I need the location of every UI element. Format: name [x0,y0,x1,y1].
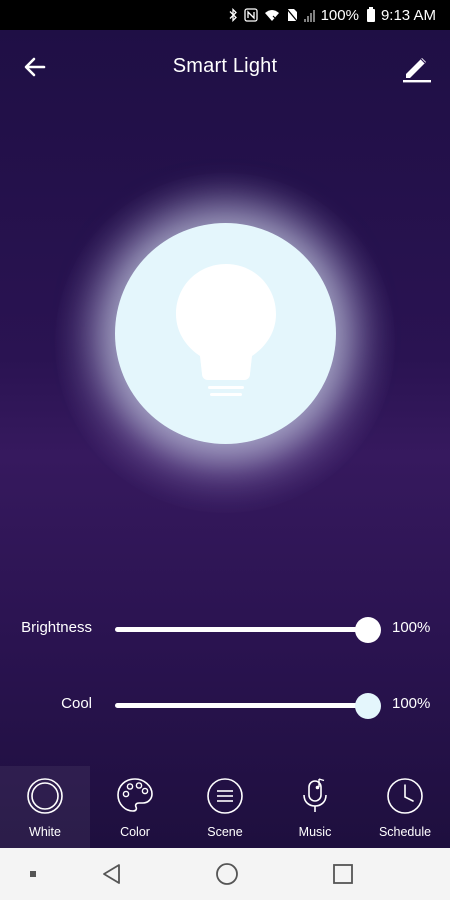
cool-slider-row: Cool 100% [0,685,450,725]
system-nav-bar [0,848,450,900]
arrow-left-icon [24,57,46,77]
bottom-tab-bar: White Color Scene Music Schedule [0,766,450,848]
cool-value: 100% [392,695,431,712]
lightbulb-icon [176,264,276,396]
brightness-slider[interactable] [115,617,381,643]
wifi-icon [264,9,280,22]
clock-icon [387,778,423,814]
tab-scene[interactable]: Scene [180,766,270,848]
tab-schedule-label: Schedule [378,825,432,839]
cool-slider[interactable] [115,693,381,719]
brightness-slider-row: Brightness 100% [0,609,450,649]
dot-icon[interactable] [29,870,37,878]
recents-square-icon[interactable] [331,862,355,886]
cool-slider-thumb[interactable] [355,693,381,719]
tab-music-label: Music [298,825,332,839]
no-sim-icon [286,8,298,22]
tab-color-label: Color [120,825,150,839]
battery-icon [366,6,375,22]
cool-label: Cool [61,695,92,712]
back-triangle-icon[interactable] [100,862,124,886]
home-circle-icon[interactable] [215,862,239,886]
brightness-label: Brightness [21,619,92,636]
pencil-icon [403,58,431,83]
page-title: Smart Light [172,54,278,77]
tab-schedule[interactable]: Schedule [360,766,450,848]
tab-scene-label: Scene [207,825,243,839]
app-screen: Smart Light Brightness 100% Cool 100% Wh… [0,30,450,848]
brightness-slider-thumb[interactable] [355,617,381,643]
microphone-music-icon [303,778,327,812]
battery-percent: 100% [320,6,359,24]
clock-time: 9:13 AM [380,6,436,24]
edit-button[interactable] [400,50,434,84]
signal-icon [303,9,315,22]
scene-lines-icon [207,778,243,814]
bluetooth-icon [228,8,238,22]
back-button[interactable] [20,52,50,82]
palette-icon [117,778,153,812]
brightness-value: 100% [392,619,431,636]
ring-icon [27,778,63,814]
nfc-icon [243,8,258,22]
status-bar: 100% 9:13 AM [0,0,450,30]
tab-white[interactable]: White [0,766,90,848]
app-header: Smart Light [0,30,450,102]
tab-color[interactable]: Color [90,766,180,848]
tab-music[interactable]: Music [270,766,360,848]
tab-white-label: White [29,825,61,839]
